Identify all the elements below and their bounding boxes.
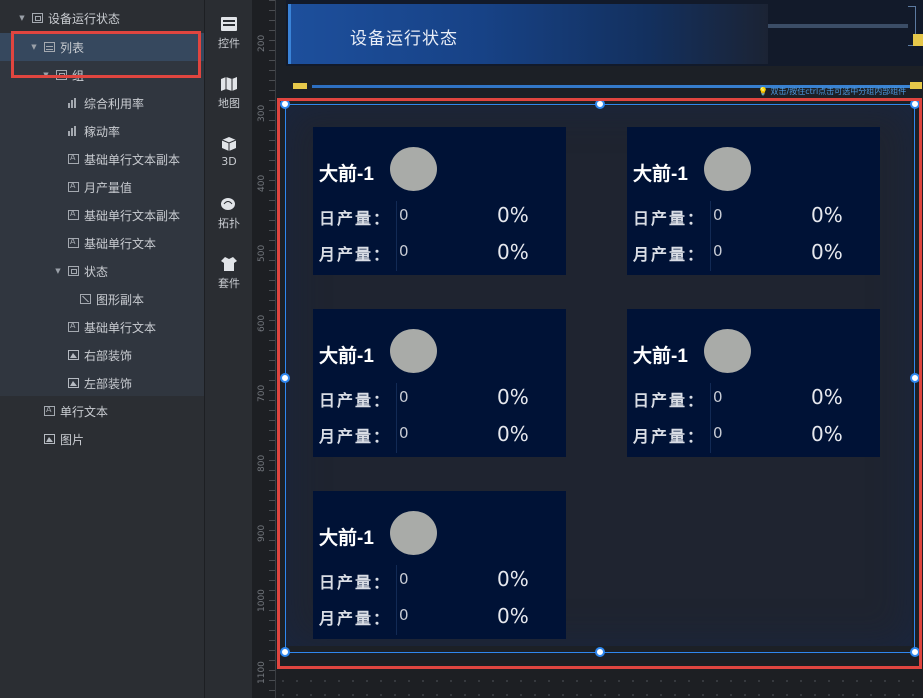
ruler-tick: 1000 bbox=[257, 589, 267, 612]
layer-item-utilization[interactable]: 综合利用率 bbox=[0, 89, 204, 117]
caret-down-icon[interactable]: ▼ bbox=[54, 267, 62, 275]
ruler-tick: 400 bbox=[257, 174, 267, 192]
toolbar-topology-button[interactable]: 拓扑 bbox=[205, 196, 253, 231]
layer-item-shape-copy[interactable]: 图形副本 bbox=[0, 285, 204, 313]
layer-tree-panel: ▼ 设备运行状态 ▼ 列表 ▼ 组 综合利用率 稼动率 基础单行文本副本 月产量… bbox=[0, 0, 204, 698]
header-decor-dot bbox=[913, 34, 923, 46]
bar-chart-icon bbox=[68, 126, 79, 136]
image-icon bbox=[68, 378, 79, 388]
layer-item-label: 稼动率 bbox=[84, 124, 121, 139]
toolbar-map-button[interactable]: 地图 bbox=[205, 76, 253, 111]
text-icon bbox=[68, 153, 79, 164]
layer-item-label: 基础单行文本副本 bbox=[84, 152, 181, 167]
group-icon bbox=[32, 13, 43, 23]
ruler-tick: 500 bbox=[257, 244, 267, 262]
text-icon bbox=[68, 181, 79, 192]
layer-item-label: 设备运行状态 bbox=[48, 11, 121, 26]
layer-item-text[interactable]: 基础单行文本 bbox=[0, 229, 204, 257]
layer-item-text-2[interactable]: 基础单行文本 bbox=[0, 313, 204, 341]
widget-icon bbox=[221, 17, 237, 31]
group-icon bbox=[68, 266, 79, 276]
rail-left-cap bbox=[293, 83, 307, 89]
layer-item-device-status[interactable]: ▼ 设备运行状态 bbox=[0, 4, 204, 32]
toolbar-label: 套件 bbox=[218, 277, 240, 290]
layer-item-right-decoration[interactable]: 右部装饰 bbox=[0, 341, 204, 369]
ruler-tick: 200 bbox=[257, 34, 267, 52]
bar-chart-icon bbox=[68, 98, 79, 108]
page-title: 设备运行状态 bbox=[350, 29, 458, 49]
layer-item-label: 图片 bbox=[60, 432, 85, 447]
image-icon bbox=[44, 434, 55, 444]
selection-hint-text: 双击/按住ctrl点击可选中分组内部组件 bbox=[770, 87, 907, 96]
toolbar-widgets-button[interactable]: 控件 bbox=[205, 16, 253, 51]
layer-item-monthly-value[interactable]: 月产量值 bbox=[0, 173, 204, 201]
layer-item-label: 基础单行文本 bbox=[84, 320, 157, 335]
map-icon bbox=[221, 77, 237, 91]
ruler-tick: 300 bbox=[257, 104, 267, 122]
text-icon bbox=[68, 237, 79, 248]
ruler-tick: 900 bbox=[257, 524, 267, 542]
selection-hint: 💡 双击/按住ctrl点击可选中分组内部组件 bbox=[758, 86, 906, 97]
text-icon bbox=[68, 321, 79, 332]
ruler-tick: 800 bbox=[257, 454, 267, 472]
toolbar-label: 3D bbox=[221, 155, 237, 168]
toolbar-label: 拓扑 bbox=[218, 217, 240, 230]
ruler-tick: 1100 bbox=[257, 661, 267, 684]
layer-item-text-copy[interactable]: 基础单行文本副本 bbox=[0, 145, 204, 173]
toolbar-label: 控件 bbox=[218, 37, 240, 50]
toolbar-kit-button[interactable]: 套件 bbox=[205, 256, 253, 291]
toolbar-3d-button[interactable]: 3D bbox=[205, 136, 253, 168]
toolbar-label: 地图 bbox=[218, 97, 240, 110]
layer-item-label: 左部装饰 bbox=[84, 376, 133, 391]
layer-selection-highlight bbox=[11, 31, 201, 78]
shape-icon bbox=[80, 294, 91, 304]
ruler-tick: 700 bbox=[257, 384, 267, 402]
cube-icon bbox=[221, 137, 237, 151]
header-decor-line bbox=[768, 24, 908, 28]
vertical-ruler: 200 300 400 500 600 700 800 900 1000 110… bbox=[252, 0, 276, 698]
component-toolbar: 控件 地图 3D 拓扑 套件 bbox=[204, 0, 252, 698]
shirt-icon bbox=[221, 257, 237, 271]
layer-item-label: 综合利用率 bbox=[84, 96, 145, 111]
topology-icon bbox=[221, 198, 235, 210]
lightbulb-icon: 💡 bbox=[758, 87, 768, 96]
layer-item-left-decoration[interactable]: 左部装饰 bbox=[0, 369, 204, 397]
layer-item-availability[interactable]: 稼动率 bbox=[0, 117, 204, 145]
layer-item-text-copy-2[interactable]: 基础单行文本副本 bbox=[0, 201, 204, 229]
layer-item-label: 基础单行文本 bbox=[84, 236, 157, 251]
layer-item-label: 单行文本 bbox=[60, 404, 109, 419]
image-icon bbox=[68, 350, 79, 360]
text-icon bbox=[68, 209, 79, 220]
caret-down-icon[interactable]: ▼ bbox=[18, 14, 26, 22]
canvas-selection-highlight bbox=[277, 98, 922, 669]
layer-item-label: 基础单行文本副本 bbox=[84, 208, 181, 223]
layer-item-label: 状态 bbox=[84, 264, 109, 279]
layer-item-image[interactable]: 图片 bbox=[0, 425, 204, 453]
ruler-tick: 600 bbox=[257, 314, 267, 332]
layer-item-label: 图形副本 bbox=[96, 292, 145, 307]
layer-item-status-group[interactable]: ▼ 状态 bbox=[0, 257, 204, 285]
rail-right-cap bbox=[910, 82, 922, 89]
text-icon bbox=[44, 405, 55, 416]
layer-item-label: 月产量值 bbox=[84, 180, 133, 195]
layer-item-label: 右部装饰 bbox=[84, 348, 133, 363]
layer-item-single-text[interactable]: 单行文本 bbox=[0, 397, 204, 425]
